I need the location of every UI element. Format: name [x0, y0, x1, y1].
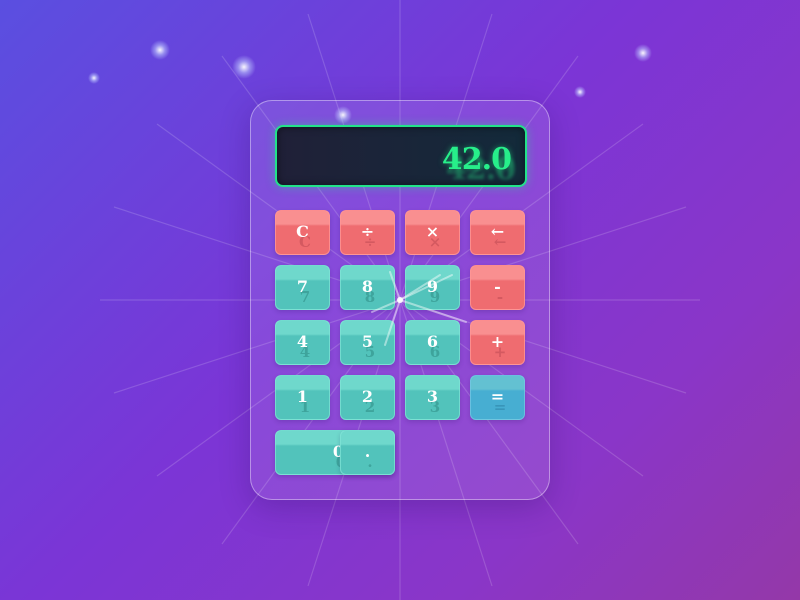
- backspace-button[interactable]: ← ←: [470, 210, 525, 255]
- digit-5-button[interactable]: 5 5: [340, 320, 395, 365]
- key-label: ÷: [360, 222, 375, 241]
- key-label: 7: [296, 277, 309, 296]
- decimal-button[interactable]: . .: [340, 430, 395, 475]
- key-label: +: [490, 332, 505, 351]
- key-label: 9: [426, 277, 439, 296]
- digit-3-button[interactable]: 3 3: [405, 375, 460, 420]
- key-label: ×: [425, 222, 440, 241]
- key-label: 3: [426, 387, 439, 406]
- display-screen: 42.0 42.0: [275, 125, 527, 187]
- digit-1-button[interactable]: 1 1: [275, 375, 330, 420]
- display-value: 42.0: [441, 142, 512, 177]
- key-label: .: [364, 442, 371, 461]
- digit-2-button[interactable]: 2 2: [340, 375, 395, 420]
- key-label: -: [494, 277, 501, 296]
- key-label: 8: [361, 277, 374, 296]
- key-label: ←: [490, 222, 505, 241]
- minus-button[interactable]: - -: [470, 265, 525, 310]
- plus-button[interactable]: + +: [470, 320, 525, 365]
- sparkle: [574, 86, 586, 98]
- calculator: 42.0 42.0 C C ÷ ÷ × × ← ← 7 7 8 8 9 9 - …: [250, 100, 550, 500]
- digit-8-button[interactable]: 8 8: [340, 265, 395, 310]
- key-label: 2: [361, 387, 374, 406]
- key-label: =: [490, 387, 505, 406]
- digit-7-button[interactable]: 7 7: [275, 265, 330, 310]
- key-label: 5: [361, 332, 374, 351]
- digit-6-button[interactable]: 6 6: [405, 320, 460, 365]
- sparkle: [150, 40, 170, 60]
- key-label: 6: [426, 332, 439, 351]
- key-label: 1: [296, 387, 309, 406]
- key-label: 4: [296, 332, 309, 351]
- digit-9-button[interactable]: 9 9: [405, 265, 460, 310]
- sparkle: [634, 44, 652, 62]
- sparkle: [232, 55, 256, 79]
- sparkle: [88, 72, 100, 84]
- key-label: C: [296, 222, 309, 241]
- multiply-button[interactable]: × ×: [405, 210, 460, 255]
- equals-button[interactable]: = =: [470, 375, 525, 420]
- digit-4-button[interactable]: 4 4: [275, 320, 330, 365]
- divide-button[interactable]: ÷ ÷: [340, 210, 395, 255]
- clear-button[interactable]: C C: [275, 210, 330, 255]
